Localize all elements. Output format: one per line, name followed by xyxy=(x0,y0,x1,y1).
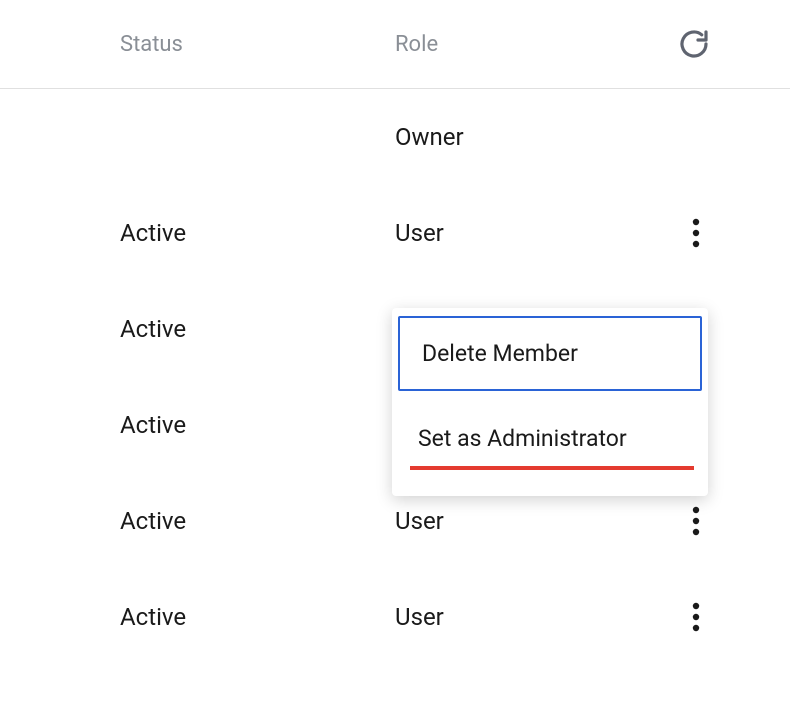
cell-status: Active xyxy=(0,507,270,535)
menu-item-label: Set as Administrator xyxy=(418,425,627,452)
refresh-icon xyxy=(678,28,710,60)
cell-role: User xyxy=(270,219,670,247)
cell-role: User xyxy=(270,603,670,631)
cell-status: Active xyxy=(0,411,270,439)
cell-role: User xyxy=(270,507,670,535)
menu-item-delete-member[interactable]: Delete Member xyxy=(398,316,702,391)
table-header-row: Status Role xyxy=(0,0,790,89)
more-vertical-icon[interactable] xyxy=(692,602,700,632)
annotation-underline xyxy=(410,466,694,470)
more-vertical-icon[interactable] xyxy=(692,218,700,248)
menu-item-label: Delete Member xyxy=(422,340,578,367)
more-vertical-icon[interactable] xyxy=(692,506,700,536)
column-header-role: Role xyxy=(270,32,670,57)
table-row: Owner xyxy=(0,89,790,185)
column-header-status: Status xyxy=(0,32,270,57)
menu-item-set-administrator[interactable]: Set as Administrator xyxy=(392,399,708,478)
table-row: Active User xyxy=(0,185,790,281)
table-row: Active User xyxy=(0,569,790,665)
cell-role: Owner xyxy=(270,123,670,151)
context-menu: Delete Member Set as Administrator xyxy=(392,308,708,496)
cell-status: Active xyxy=(0,603,270,631)
refresh-button[interactable] xyxy=(670,28,790,60)
cell-status: Active xyxy=(0,315,270,343)
cell-status: Active xyxy=(0,219,270,247)
